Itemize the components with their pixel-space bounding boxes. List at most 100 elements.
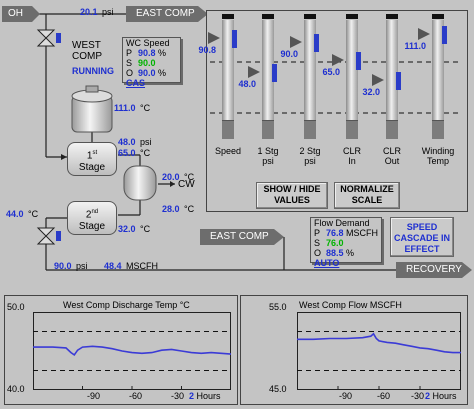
stage-2-out-temp: 44.0 °C: [6, 204, 38, 222]
indicator-bar-bottom: [304, 120, 316, 139]
compressor-status: RUNNING: [72, 66, 114, 76]
wc-speed-row-s: S 90.0: [123, 58, 180, 68]
trend-flow[interactable]: West Comp Flow MSCFH 55.0 45.0 -90 -60 -…: [240, 295, 468, 405]
flow-demand-row-o: O 88.5 %: [311, 248, 381, 258]
east-comp-tag-top[interactable]: EAST COMP: [126, 6, 208, 22]
flow-demand-title: Flow Demand: [314, 218, 370, 228]
trend-discharge-temp-title: West Comp Discharge Temp °C: [63, 300, 190, 310]
stage-2-out-temp-unit: °C: [27, 209, 39, 219]
speed-cascade-button[interactable]: SPEED CASCADE IN EFFECT: [390, 217, 454, 257]
compressor-name: WEST COMP: [72, 40, 102, 62]
trend-discharge-temp[interactable]: West Comp Discharge Temp °C 50.0 40.0 -9…: [4, 295, 238, 405]
trend-discharge-temp-xtick-1: -90: [87, 391, 101, 401]
cw-label: CW: [178, 179, 195, 190]
flow-demand-out-unit: %: [346, 248, 355, 258]
flow-demand-row-p: P 76.8 MSCFH: [311, 228, 381, 238]
stage-1-label: Stage: [78, 162, 106, 174]
wc-speed-sp[interactable]: 90.0: [138, 58, 156, 68]
compressor-name-line2: COMP: [72, 51, 102, 62]
trend-series-line: [33, 345, 231, 357]
discharge-pressure: 20.1 psi: [80, 2, 114, 20]
stage-1-temp-value: 65.0: [118, 148, 136, 158]
cooler-temp-out-unit: °C: [183, 204, 195, 214]
trend-frame: [297, 312, 461, 390]
indicator-cap: [346, 14, 358, 19]
trend-flow-span[interactable]: 2: [425, 391, 430, 401]
recovery-tag[interactable]: RECOVERY: [396, 262, 472, 278]
trend-discharge-temp-ymax: 50.0: [7, 302, 25, 312]
motor-temp: 111.0 °C: [114, 98, 150, 116]
trend-discharge-temp-span[interactable]: 2: [189, 391, 194, 401]
trend-discharge-temp-xtick-3: -30: [171, 391, 185, 401]
indicator-bar-bottom: [386, 120, 398, 139]
stage-2-out-temp-value: 44.0: [6, 209, 24, 219]
oh-tag[interactable]: OH: [2, 6, 40, 22]
indicator-value: 90.8: [198, 45, 216, 55]
wc-speed-row-o: O 90.0 %: [123, 68, 180, 78]
flow-demand-sp[interactable]: 76.0: [326, 238, 344, 248]
stage-2-number: 2nd: [85, 209, 99, 221]
stage-2-block[interactable]: 2nd Stage: [67, 201, 117, 235]
flow-demand-mode[interactable]: AUTO: [311, 258, 381, 268]
motor-shape: [71, 85, 113, 133]
indicator-level-marker: [356, 52, 361, 70]
wc-speed-title: WC Speed: [126, 38, 170, 48]
indicator-value: 65.0: [322, 67, 340, 77]
stage-2-in-temp-value: 32.0: [118, 224, 136, 234]
wc-speed-row-key: P: [126, 48, 133, 58]
bottom-pressure: 90.0 psi: [54, 256, 88, 274]
indicator-bar-bottom: [222, 120, 234, 139]
bottom-psi-value: 90.0: [54, 261, 72, 271]
wc-speed-row-key: O: [126, 68, 134, 78]
trend-flow-ymax: 55.0: [269, 302, 287, 312]
trend-flow-xtick-1: -90: [339, 391, 353, 401]
indicator-label: 1 Stg psi: [257, 146, 279, 166]
indicator-label: Winding Temp: [421, 146, 455, 166]
stage-2-in-temp-unit: °C: [139, 224, 151, 234]
indicator-label: Speed: [214, 146, 242, 156]
stage-1-temp-unit: °C: [139, 148, 151, 158]
cooler-temp-in-value: 20.0: [162, 172, 180, 182]
cooler-temp-out-value: 28.0: [162, 204, 180, 214]
east-comp-tag-bottom[interactable]: EAST COMP: [200, 229, 284, 245]
bottom-flow-unit: MSCFH: [125, 261, 158, 271]
normalize-scale-button[interactable]: NORMALIZE SCALE: [334, 182, 400, 209]
indicator-cap: [304, 14, 316, 19]
indicator-cap: [432, 14, 444, 19]
indicator-value: 90.0: [280, 49, 298, 59]
indicator-cap: [386, 14, 398, 19]
trend-flow-plot: [297, 312, 461, 390]
trend-discharge-temp-xtick-2: -60: [129, 391, 143, 401]
wc-speed-mode[interactable]: CAS: [123, 78, 180, 88]
wc-speed-pv: 90.8: [138, 48, 156, 58]
wc-speed-out-unit: %: [158, 68, 167, 78]
indicator-label: CLR In: [342, 146, 361, 166]
indicator-value: 32.0: [362, 87, 380, 97]
indicator-value: 48.0: [238, 79, 256, 89]
indicator-bar-bottom: [432, 120, 444, 139]
wc-speed-output: 90.0: [138, 68, 156, 78]
indicator-4[interactable]: [346, 14, 358, 142]
flow-demand-row-key: P: [314, 228, 321, 238]
trend-flow-xunit: 2 Hours: [425, 391, 457, 401]
discharge-psi-value: 20.1: [80, 7, 98, 17]
wc-speed-row-p: P 90.8 %: [123, 48, 180, 58]
show-hide-values-button[interactable]: SHOW / HIDE VALUES: [256, 182, 328, 209]
trend-flow-title: West Comp Flow MSCFH: [299, 300, 402, 310]
wc-speed-row-key: S: [126, 58, 133, 68]
stage-1-block[interactable]: 1st Stage: [67, 142, 117, 176]
indicator-level-marker: [396, 72, 401, 90]
indicator-label: CLR Out: [382, 146, 401, 166]
flow-demand-faceplate[interactable]: Flow Demand P 76.8 MSCFH S 76.0 O 88.5 % AU…: [310, 217, 382, 268]
bottom-psi-unit: psi: [75, 261, 88, 271]
flow-demand-row-s: S 76.0: [311, 238, 381, 248]
indicator-value: 111.0: [404, 41, 426, 51]
cooler-outlet-temp: 28.0 °C: [162, 199, 194, 217]
wc-speed-faceplate[interactable]: WC Speed P 90.8 % S 90.0 O 90.0 % CAS: [122, 37, 181, 88]
indicator-level-marker: [442, 26, 447, 44]
indicator-level-marker: [314, 34, 319, 52]
flow-demand-pv: 76.8: [326, 228, 344, 238]
trend-discharge-temp-ymin: 40.0: [7, 384, 25, 394]
indicator-bar: [346, 20, 358, 120]
indicator-bar-bottom: [262, 120, 274, 139]
